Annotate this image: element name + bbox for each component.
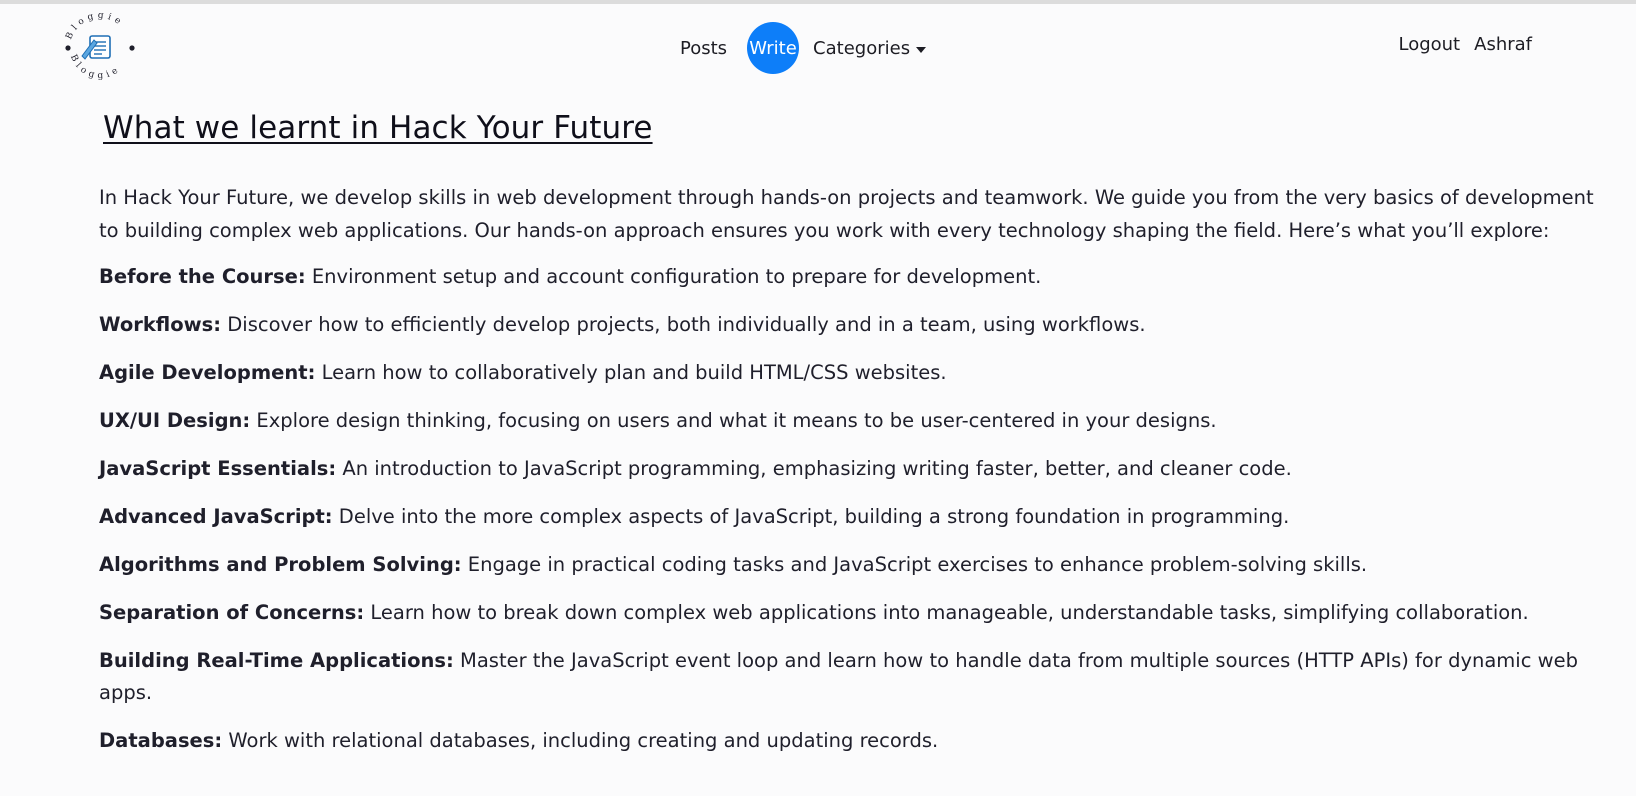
topic-item: JavaScript Essentials: An introduction t… [99, 453, 1609, 485]
topic-item: Algorithms and Problem Solving: Engage i… [99, 549, 1609, 581]
topic-item: UX/UI Design: Explore design thinking, f… [99, 405, 1609, 437]
logo-icon: Bloggie Bloggie [64, 11, 135, 81]
topic-description: Discover how to efficiently develop proj… [221, 313, 1146, 336]
topic-description: Explore design thinking, focusing on use… [250, 409, 1217, 432]
topic-label: UX/UI Design: [99, 409, 251, 432]
user-nav: Logout Ashraf [1398, 34, 1532, 55]
article-title: What we learnt in Hack Your Future [103, 110, 653, 146]
topic-list: Before the Course: Environment setup and… [99, 261, 1609, 757]
article: What we learnt in Hack Your Future In Ha… [99, 110, 1609, 757]
caret-down-icon [916, 46, 927, 53]
topic-label: Before the Course: [99, 265, 306, 288]
nav-posts-link[interactable]: Posts [680, 38, 727, 59]
topic-label: Separation of Concerns: [99, 601, 365, 624]
categories-dropdown[interactable]: Categories [813, 37, 927, 59]
topic-description: Delve into the more complex aspects of J… [332, 505, 1290, 528]
topic-label: Databases: [99, 729, 223, 752]
topic-description: Work with relational databases, includin… [222, 729, 939, 752]
logout-link[interactable]: Logout [1398, 34, 1460, 55]
topic-item: Building Real-Time Applications: Master … [99, 645, 1609, 709]
topic-item: Before the Course: Environment setup and… [99, 261, 1609, 293]
topic-item: Databases: Work with relational database… [99, 725, 1609, 757]
topic-item: Advanced JavaScript: Delve into the more… [99, 501, 1609, 533]
bloggie-logo[interactable]: Bloggie Bloggie [60, 10, 140, 86]
topic-label: JavaScript Essentials: [99, 457, 337, 480]
topic-label: Building Real-Time Applications: [99, 649, 454, 672]
topic-label: Algorithms and Problem Solving: [99, 553, 462, 576]
topic-description: Engage in practical coding tasks and Jav… [461, 553, 1368, 576]
username-link[interactable]: Ashraf [1474, 34, 1532, 55]
topic-item: Separation of Concerns: Learn how to bre… [99, 597, 1609, 629]
write-button[interactable]: Write [747, 22, 800, 74]
article-intro: In Hack Your Future, we develop skills i… [99, 186, 1594, 242]
topic-description: An introduction to JavaScript programmin… [336, 457, 1292, 480]
topic-label: Agile Development: [99, 361, 316, 384]
topic-label: Advanced JavaScript: [99, 505, 333, 528]
topic-item: Agile Development: Learn how to collabor… [99, 357, 1609, 389]
topic-description: Environment setup and account configurat… [305, 265, 1042, 288]
navbar: Bloggie Bloggie Posts Write Categories L… [0, 4, 1636, 88]
topic-description: Learn how to collaboratively plan and bu… [315, 361, 947, 384]
topic-item: Workflows: Discover how to efficiently d… [99, 309, 1609, 341]
topic-description: Learn how to break down complex web appl… [364, 601, 1529, 624]
topic-label: Workflows: [99, 313, 222, 336]
main-nav: Posts Write Categories [680, 20, 927, 76]
categories-label: Categories [813, 37, 911, 59]
